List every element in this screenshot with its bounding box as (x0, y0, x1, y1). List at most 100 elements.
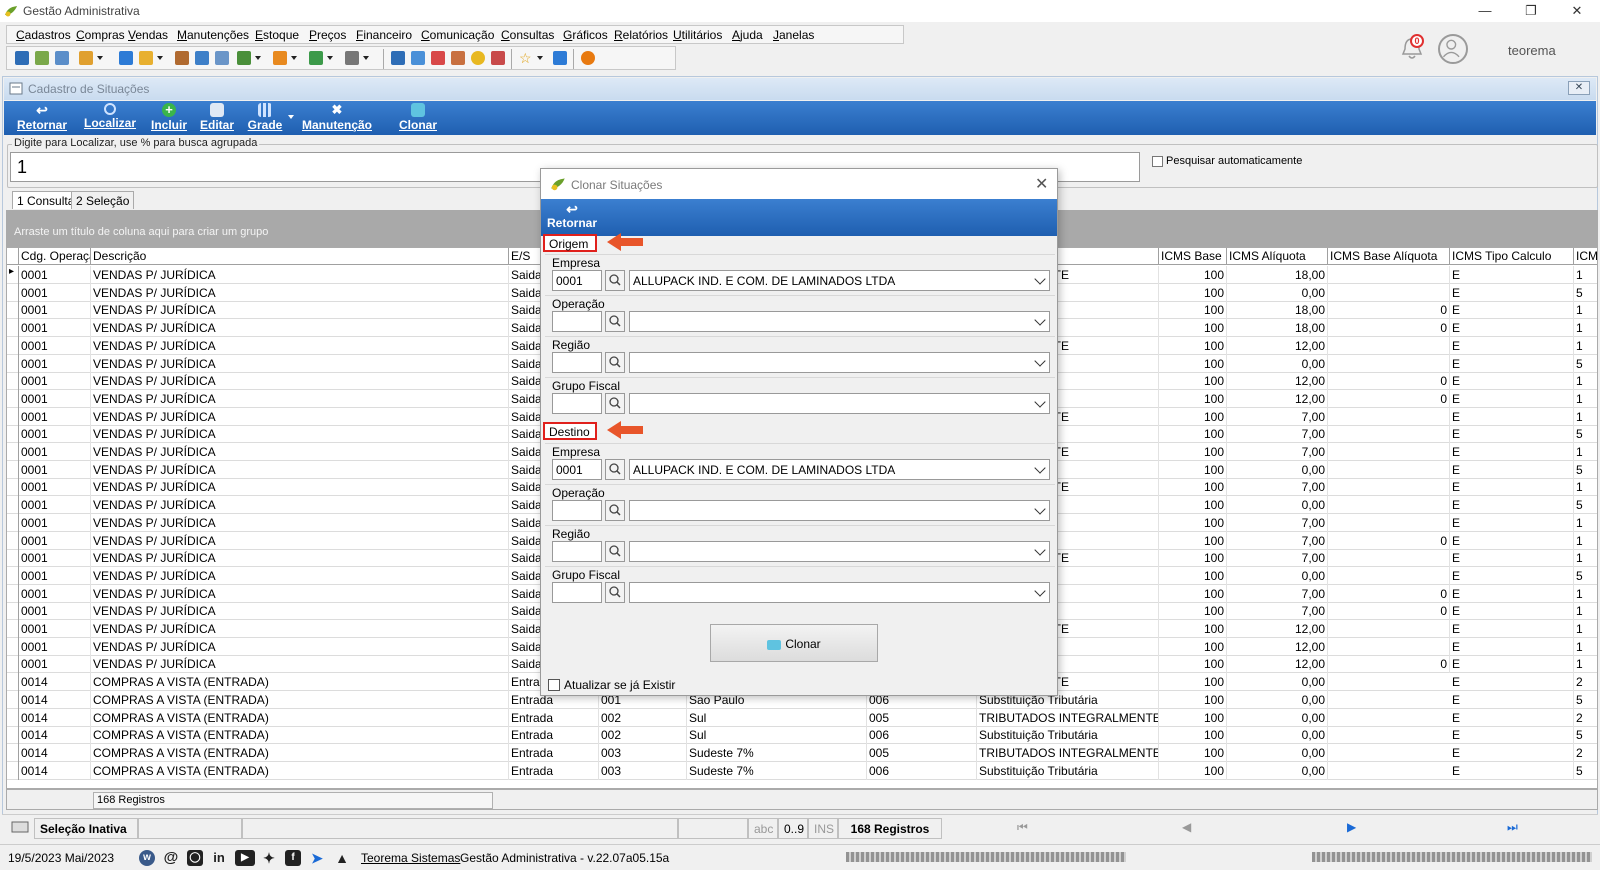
origem-grupo-fiscal-select[interactable] (629, 393, 1050, 414)
incluir-button[interactable]: + Incluir (146, 101, 192, 133)
menu-utilitarios[interactable]: Utilitários (673, 28, 722, 42)
email-icon[interactable]: @ (163, 850, 179, 866)
tutorial-icon[interactable]: ➤ (309, 850, 325, 866)
row-indicator[interactable] (7, 743, 19, 762)
dialog-retornar-button[interactable]: ↩ Retornar (547, 202, 597, 230)
restore-button[interactable]: ❐ (1516, 2, 1546, 20)
row-indicator[interactable] (7, 655, 19, 674)
row-indicator-arrow-icon[interactable]: ▸ (7, 266, 19, 284)
grade-dropdown-icon[interactable] (288, 115, 294, 119)
row-indicator[interactable] (7, 389, 19, 408)
destino-grupo-fiscal-code[interactable] (552, 582, 602, 603)
star-icon[interactable]: ☆ (519, 51, 533, 65)
first-record-icon[interactable]: ⏮ (1017, 820, 1028, 835)
clonar-ribbon-button[interactable]: Clonar (396, 101, 440, 132)
list-icon[interactable] (79, 51, 93, 65)
card2-icon[interactable] (215, 51, 229, 65)
destino-operacao-search-icon[interactable] (605, 500, 625, 521)
retornar-button[interactable]: ↩ Retornar (12, 101, 72, 132)
localizar-button[interactable]: Localizar (80, 101, 140, 130)
facebook-icon[interactable]: f (285, 850, 301, 866)
row-indicator[interactable] (7, 584, 19, 603)
col-header-icms-base[interactable]: ICMS Base (1159, 248, 1227, 265)
row-indicator[interactable] (7, 496, 19, 515)
auto-search-checkbox[interactable] (1152, 156, 1163, 167)
menu-manutencoes[interactable]: Manutenções (177, 28, 249, 42)
menu-estoque[interactable]: Estoque (255, 28, 299, 42)
col-header-descricao[interactable]: Descrição (91, 248, 509, 265)
company-link[interactable]: Teorema Sistemas (361, 851, 460, 865)
tree-icon[interactable] (35, 51, 49, 65)
menu-cadastros[interactable]: Cadastros (16, 28, 71, 42)
row-indicator[interactable] (7, 637, 19, 656)
row-indicator[interactable] (7, 513, 19, 532)
bank-icon[interactable] (195, 51, 209, 65)
child-close-button[interactable]: ✕ (1568, 81, 1590, 95)
atualizar-checkbox[interactable] (548, 679, 560, 691)
row-indicator[interactable] (7, 354, 19, 373)
origem-operacao-select[interactable] (629, 311, 1050, 332)
destino-grupo-fiscal-select[interactable] (629, 582, 1050, 603)
table-row[interactable]: 0014 COMPRAS A VISTA (ENTRADA) Entrada 002 S… (7, 708, 1597, 727)
origem-empresa-search-icon[interactable] (605, 270, 625, 291)
row-indicator[interactable] (7, 726, 19, 745)
clonar-button[interactable]: Clonar (710, 624, 878, 662)
save-icon[interactable] (15, 51, 29, 65)
notification-badge[interactable]: 0 (1410, 34, 1424, 48)
dialog-close-icon[interactable]: ✕ (1035, 174, 1048, 194)
origem-operacao-code[interactable] (552, 311, 602, 332)
origem-regiao-search-icon[interactable] (605, 352, 625, 373)
row-indicator[interactable] (7, 443, 19, 461)
menu-ajuda[interactable]: Ajuda (732, 28, 763, 42)
twitter-icon[interactable]: ✦ (261, 850, 277, 866)
close-window-button[interactable]: ✕ (1562, 2, 1592, 20)
grade-button[interactable]: Grade (244, 101, 286, 132)
chart-icon[interactable] (451, 51, 465, 65)
row-indicator[interactable] (7, 549, 19, 568)
tab-consulta[interactable]: 1 Consulta (12, 191, 80, 209)
editar-button[interactable]: Editar (196, 101, 238, 132)
money-icon[interactable] (309, 51, 323, 65)
find-icon[interactable] (491, 51, 505, 65)
calculator-icon[interactable] (411, 51, 425, 65)
origem-grupo-fiscal-search-icon[interactable] (605, 393, 625, 414)
destino-operacao-select[interactable] (629, 500, 1050, 521)
calendar-icon[interactable] (431, 51, 445, 65)
box-icon[interactable] (273, 51, 287, 65)
manutencao-button[interactable]: ✖ Manutenção (300, 101, 374, 133)
row-indicator[interactable] (7, 673, 19, 692)
menu-graficos[interactable]: Gráficos (563, 28, 608, 42)
card-icon[interactable] (55, 51, 69, 65)
folder-icon[interactable] (139, 51, 153, 65)
instagram-icon[interactable]: ◯ (187, 850, 203, 866)
prev-record-icon[interactable]: ◀ (1182, 820, 1191, 834)
origem-regiao-code[interactable] (552, 352, 602, 373)
destino-regiao-code[interactable] (552, 541, 602, 562)
youtube-icon[interactable]: ▶ (235, 850, 255, 866)
row-indicator[interactable] (7, 283, 19, 302)
web-icon[interactable]: w (139, 850, 155, 866)
menu-financeiro[interactable]: Financeiro (356, 28, 412, 42)
row-indicator[interactable] (7, 460, 19, 479)
menu-relatorios[interactable]: Relatórios (614, 28, 668, 42)
next-record-icon[interactable]: ▶ (1347, 820, 1356, 834)
origem-empresa-select[interactable]: ALLUPACK IND. E COM. DE LAMINADOS LTDA (629, 270, 1050, 291)
row-indicator[interactable] (7, 425, 19, 444)
menu-precos[interactable]: Preços (309, 28, 346, 42)
destino-empresa-code[interactable]: 0001 (552, 459, 602, 480)
menu-consultas[interactable]: Consultas (501, 28, 554, 42)
table-row[interactable]: 0014 COMPRAS A VISTA (ENTRADA) Entrada 002 S… (7, 726, 1597, 745)
power-icon[interactable] (581, 51, 595, 65)
phone-icon[interactable] (119, 51, 133, 65)
menu-comunicacao[interactable]: Comunicação (421, 28, 494, 42)
row-indicator[interactable] (7, 708, 19, 727)
col-header-icms[interactable]: ICMS (1574, 248, 1597, 265)
row-indicator[interactable] (7, 407, 19, 426)
origem-grupo-fiscal-code[interactable] (552, 393, 602, 414)
row-indicator[interactable] (7, 478, 19, 497)
destino-empresa-select[interactable]: ALLUPACK IND. E COM. DE LAMINADOS LTDA (629, 459, 1050, 480)
row-indicator[interactable] (7, 372, 19, 391)
last-record-icon[interactable]: ⏭ (1507, 820, 1518, 835)
person-icon[interactable] (175, 51, 189, 65)
row-indicator[interactable] (7, 566, 19, 585)
